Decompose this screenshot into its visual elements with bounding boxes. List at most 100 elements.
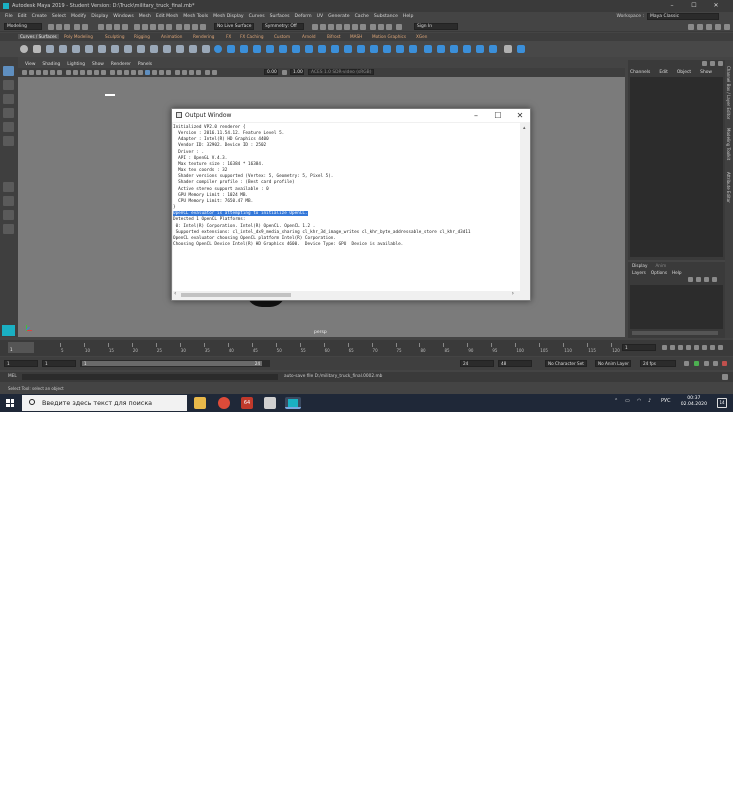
current-time-field[interactable]: 1: [622, 344, 656, 351]
select-camera-icon[interactable]: [22, 70, 27, 75]
gate-mask-icon[interactable]: [87, 70, 92, 75]
smooth-shade-icon[interactable]: [117, 70, 122, 75]
menu-mesh[interactable]: Mesh: [139, 14, 151, 19]
wireframe-on-shaded-icon[interactable]: [124, 70, 129, 75]
menu-display[interactable]: Display: [91, 14, 108, 19]
paint-select-tool-icon[interactable]: [3, 94, 14, 104]
side-tab-channel-box[interactable]: Channel Box / Layer Editor: [726, 66, 731, 119]
nurbs-square-icon[interactable]: [33, 45, 41, 53]
snap-view-plane-icon[interactable]: [158, 24, 164, 30]
auto-key-icon[interactable]: [694, 361, 699, 366]
open-scene-icon[interactable]: [56, 24, 62, 30]
playback-start-field[interactable]: 1: [42, 360, 76, 367]
step-back-frame-icon[interactable]: [678, 345, 683, 350]
shelf-tab-rigging[interactable]: Rigging: [134, 34, 150, 39]
anti-aliasing-icon[interactable]: [166, 70, 171, 75]
bezier-curve-icon[interactable]: [98, 45, 106, 53]
move-layer-down-icon[interactable]: [696, 277, 701, 282]
shelf-tab-xgen[interactable]: XGen: [416, 34, 427, 39]
move-tool-icon[interactable]: [3, 108, 14, 118]
menu-mesh-tools[interactable]: Mesh Tools: [183, 14, 208, 19]
hypershade-icon[interactable]: [344, 24, 350, 30]
channel-box-sync-icon[interactable]: [710, 61, 715, 66]
go-to-start-icon[interactable]: [662, 345, 667, 350]
time-slider[interactable]: 1 5 10 15 20 25 30 35 40 45 50 55 60 65 70 75 80 85 90 95 1…: [0, 340, 733, 356]
select-tool-icon[interactable]: [3, 66, 14, 76]
channels-menu[interactable]: Channels: [630, 70, 650, 75]
shelf-tab-arnold[interactable]: Arnold: [302, 34, 316, 39]
panel-menu-show[interactable]: Show: [92, 62, 104, 67]
panel-menu-shading[interactable]: Shading: [42, 62, 60, 67]
menu-substance[interactable]: Substance: [374, 14, 398, 19]
cv-curve-icon[interactable]: [46, 45, 54, 53]
live-surface-field[interactable]: No Live Surface: [214, 23, 254, 30]
rebuild-surfaces-icon[interactable]: [517, 45, 525, 53]
use-all-lights-icon[interactable]: [138, 70, 143, 75]
shelf-tab-mash[interactable]: MASH: [350, 34, 362, 39]
shelf-tab-sculpting[interactable]: Sculpting: [105, 34, 125, 39]
play-backwards-icon[interactable]: [686, 345, 691, 350]
range-bar[interactable]: 1 24: [80, 360, 270, 367]
help-menu[interactable]: Help: [672, 270, 682, 275]
nurbs-cylinder-icon[interactable]: [240, 45, 248, 53]
boundary-icon[interactable]: [370, 45, 378, 53]
field-chart-icon[interactable]: [94, 70, 99, 75]
add-points-icon[interactable]: [189, 45, 197, 53]
four-view-layout-icon[interactable]: [3, 196, 14, 206]
menu-edit-mesh[interactable]: Edit Mesh: [156, 14, 178, 19]
intersect-surfaces-icon[interactable]: [424, 45, 432, 53]
nurbs-cone-icon[interactable]: [253, 45, 261, 53]
tray-chevron-icon[interactable]: ⌃: [614, 398, 618, 404]
render-view-icon[interactable]: [336, 24, 342, 30]
snap-live-icon[interactable]: [166, 24, 172, 30]
scroll-up-icon[interactable]: ▴: [523, 125, 526, 131]
script-editor-icon[interactable]: [722, 374, 728, 380]
ambient-occlusion-icon[interactable]: [152, 70, 157, 75]
render-setup-icon[interactable]: [352, 24, 358, 30]
menu-help[interactable]: Help: [403, 14, 413, 19]
shelf-tab-rendering[interactable]: Rendering: [193, 34, 214, 39]
shadows-icon[interactable]: [145, 70, 150, 75]
open-close-surfaces-icon[interactable]: [489, 45, 497, 53]
menu-set-dropdown[interactable]: Modeling: [4, 23, 42, 30]
network-icon[interactable]: ◠: [637, 398, 641, 404]
arc-tool-icon[interactable]: [85, 45, 93, 53]
grid-icon[interactable]: [66, 70, 71, 75]
input-ops-icon[interactable]: [184, 24, 190, 30]
duplicate-surface-curves-icon[interactable]: [396, 45, 404, 53]
range-handle[interactable]: 1 24: [82, 361, 262, 366]
mel-label[interactable]: MEL: [8, 374, 17, 379]
far-clip-field[interactable]: 1.00: [290, 69, 304, 75]
show-menu[interactable]: Show: [700, 70, 712, 75]
ipr-render-icon[interactable]: [320, 24, 326, 30]
extend-curve-icon[interactable]: [150, 45, 158, 53]
wireframe-icon[interactable]: [110, 70, 115, 75]
menu-mesh-display[interactable]: Mesh Display: [213, 14, 244, 19]
tab-display[interactable]: Display: [632, 263, 647, 268]
layer-scrollbar[interactable]: [632, 331, 718, 335]
tab-anim[interactable]: Anim: [655, 263, 666, 268]
shelf-tab-bifrost[interactable]: Bifrost: [327, 34, 341, 39]
workspace-dropdown[interactable]: Maya Classic: [647, 13, 719, 20]
channel-box-toggle-icon[interactable]: [715, 24, 721, 30]
new-empty-layer-icon[interactable]: [704, 277, 709, 282]
taskbar-search-box[interactable]: Введите здесь текст для поиска: [22, 395, 187, 411]
backface-culling-icon[interactable]: [205, 70, 210, 75]
symmetry-dropdown[interactable]: Symmetry: Off: [262, 23, 304, 30]
chrome-icon[interactable]: [218, 397, 230, 409]
panel-menu-view[interactable]: View: [25, 62, 35, 67]
detach-surfaces-icon[interactable]: [476, 45, 484, 53]
horizontal-scrollbar[interactable]: ‹ ›: [173, 290, 520, 299]
film-gate-icon[interactable]: [73, 70, 78, 75]
scroll-right-icon[interactable]: ›: [512, 290, 514, 297]
output-text-area[interactable]: Initialized VP2.0 renderer { Version : 2…: [173, 123, 520, 298]
horizontal-scroll-thumb[interactable]: [181, 293, 291, 297]
rebuild-curve-icon[interactable]: [176, 45, 184, 53]
snap-grid-icon[interactable]: [134, 24, 140, 30]
curve-editing-icon[interactable]: [202, 45, 210, 53]
construction-history-icon[interactable]: [200, 24, 206, 30]
app-64-icon[interactable]: 64: [241, 397, 253, 409]
windows-start-icon[interactable]: [6, 399, 14, 407]
panel-menu-lighting[interactable]: Lighting: [67, 62, 85, 67]
key-indicator-icon[interactable]: [722, 361, 727, 366]
